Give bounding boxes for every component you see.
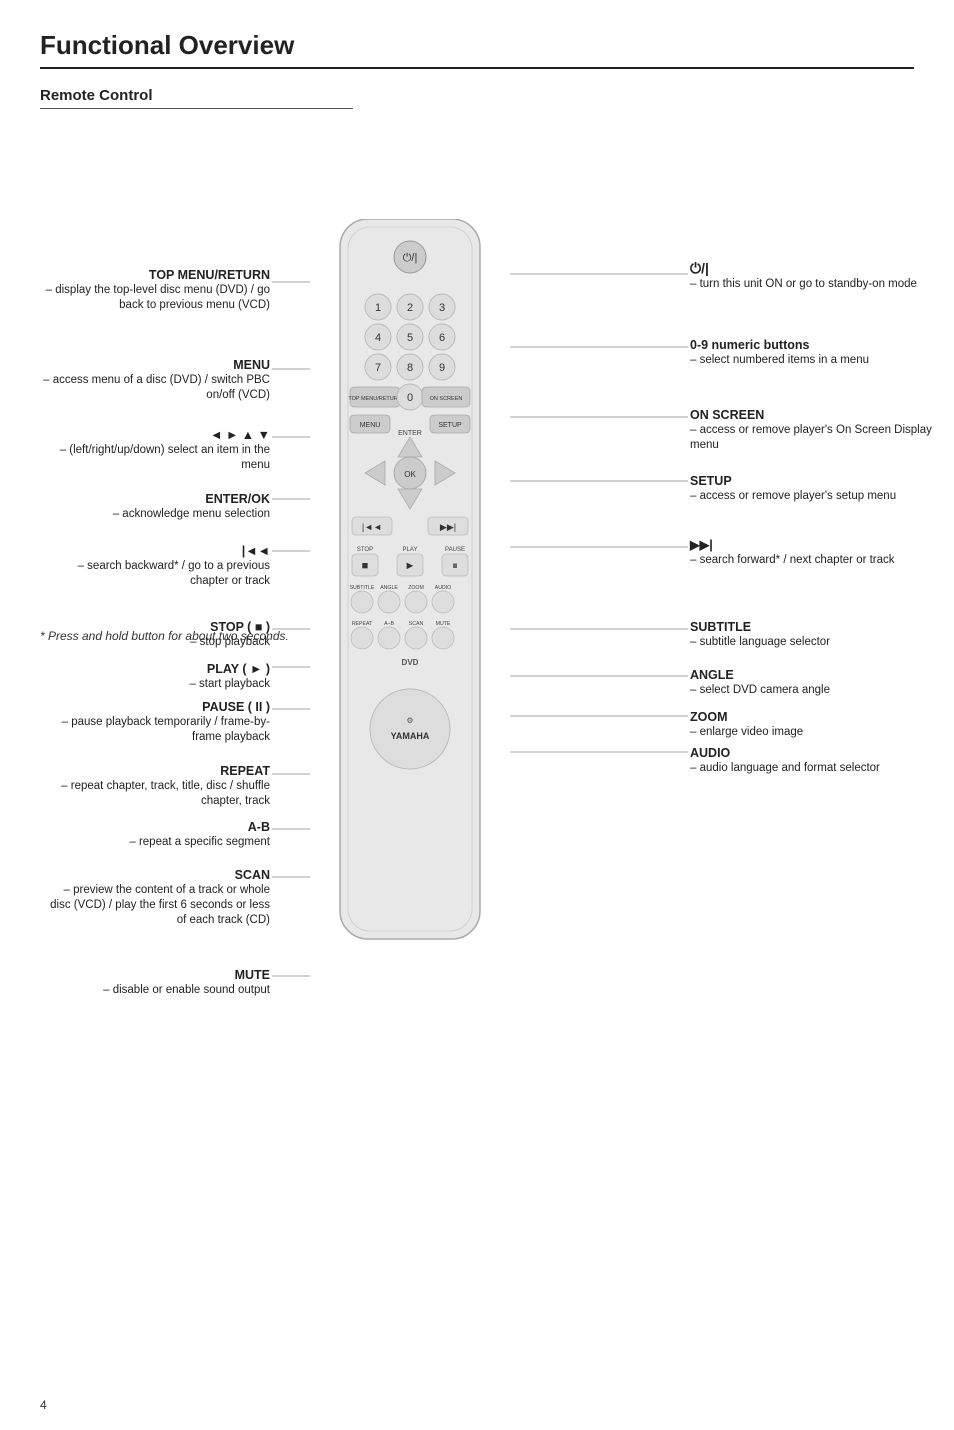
label-audio: AUDIO – audio language and format select…	[690, 745, 940, 776]
remote-control: ⏻/| 1 2 3 4 5 6 7 8	[310, 219, 510, 982]
label-play: PLAY ( ► ) – start playback	[40, 661, 270, 692]
label-power: ⏻/| – turn this unit ON or go to standby…	[690, 259, 940, 292]
label-ab: A-B – repeat a specific segment	[40, 819, 270, 850]
remote-svg: ⏻/| 1 2 3 4 5 6 7 8	[310, 219, 510, 979]
label-subtitle: SUBTITLE – subtitle language selector	[690, 619, 940, 650]
label-pause: PAUSE ( II ) – pause playback temporaril…	[40, 699, 270, 745]
label-zoom: ZOOM – enlarge video image	[690, 709, 940, 740]
svg-text:REPEAT: REPEAT	[352, 621, 373, 627]
label-next-chapter: ▶▶| – search forward* / next chapter or …	[690, 537, 940, 568]
svg-text:OK: OK	[404, 470, 416, 479]
svg-text:ON SCREEN: ON SCREEN	[430, 396, 463, 402]
svg-text:ENTER: ENTER	[398, 430, 422, 437]
svg-text:PLAY: PLAY	[403, 547, 418, 553]
svg-text:⏸: ⏸	[452, 560, 458, 572]
svg-text:8: 8	[407, 362, 413, 374]
label-stop: STOP ( ■ ) – stop playback	[40, 619, 270, 650]
svg-text:MENU: MENU	[360, 422, 381, 429]
svg-text:ZOOM: ZOOM	[408, 585, 424, 591]
svg-text:1: 1	[375, 302, 381, 314]
svg-text:5: 5	[407, 332, 413, 344]
svg-text:0: 0	[407, 392, 413, 404]
svg-text:MUTE: MUTE	[436, 621, 451, 627]
svg-text:2: 2	[407, 302, 413, 314]
label-setup: SETUP – access or remove player's setup …	[690, 473, 940, 504]
label-repeat: REPEAT – repeat chapter, track, title, d…	[40, 763, 270, 809]
svg-text:■: ■	[362, 560, 369, 572]
svg-text:YAMAHA: YAMAHA	[391, 731, 430, 741]
svg-text:SETUP: SETUP	[438, 422, 462, 429]
label-enter-ok: ENTER/OK – acknowledge menu selection	[40, 491, 270, 522]
section-title: Remote Control	[40, 87, 353, 109]
svg-text:6: 6	[439, 332, 445, 344]
label-scan: SCAN – preview the content of a track or…	[40, 867, 270, 928]
svg-text:DVD: DVD	[402, 658, 419, 667]
svg-text:3: 3	[439, 302, 445, 314]
label-mute: MUTE – disable or enable sound output	[40, 967, 270, 998]
svg-text:▶▶|: ▶▶|	[440, 522, 456, 532]
svg-text:TOP MENU/RETURN: TOP MENU/RETURN	[348, 396, 401, 402]
svg-text:ANGLE: ANGLE	[380, 585, 398, 591]
label-prev-chapter: |◄◄ – search backward* / go to a previou…	[40, 543, 270, 589]
label-on-screen: ON SCREEN – access or remove player's On…	[690, 407, 940, 453]
svg-text:9: 9	[439, 362, 445, 374]
page-title: Functional Overview	[40, 30, 914, 69]
svg-text:PAUSE: PAUSE	[445, 547, 465, 553]
svg-text:►: ►	[405, 560, 416, 572]
svg-text:AUDIO: AUDIO	[435, 585, 451, 591]
svg-text:⚙: ⚙	[406, 716, 413, 725]
svg-text:|◄◄: |◄◄	[362, 522, 382, 532]
svg-text:⏻/|: ⏻/|	[403, 252, 418, 264]
page-number: 4	[40, 1398, 47, 1412]
label-top-menu-return: TOP MENU/RETURN – display the top-level …	[40, 267, 270, 313]
svg-text:4: 4	[375, 332, 381, 344]
svg-text:7: 7	[375, 362, 381, 374]
svg-text:SUBTITLE: SUBTITLE	[350, 585, 375, 591]
label-menu: MENU – access menu of a disc (DVD) / swi…	[40, 357, 270, 403]
svg-text:A–B: A–B	[384, 621, 394, 627]
label-numeric: 0-9 numeric buttons – select numbered it…	[690, 337, 940, 368]
svg-text:STOP: STOP	[357, 547, 373, 553]
svg-text:SCAN: SCAN	[409, 621, 424, 627]
diagram-container: TOP MENU/RETURN – display the top-level …	[40, 119, 914, 1019]
page: Functional Overview Remote Control TOP M…	[0, 0, 954, 683]
label-angle: ANGLE – select DVD camera angle	[690, 667, 940, 698]
label-arrows: ◄ ► ▲ ▼ – (left/right/up/down) select an…	[40, 427, 270, 473]
